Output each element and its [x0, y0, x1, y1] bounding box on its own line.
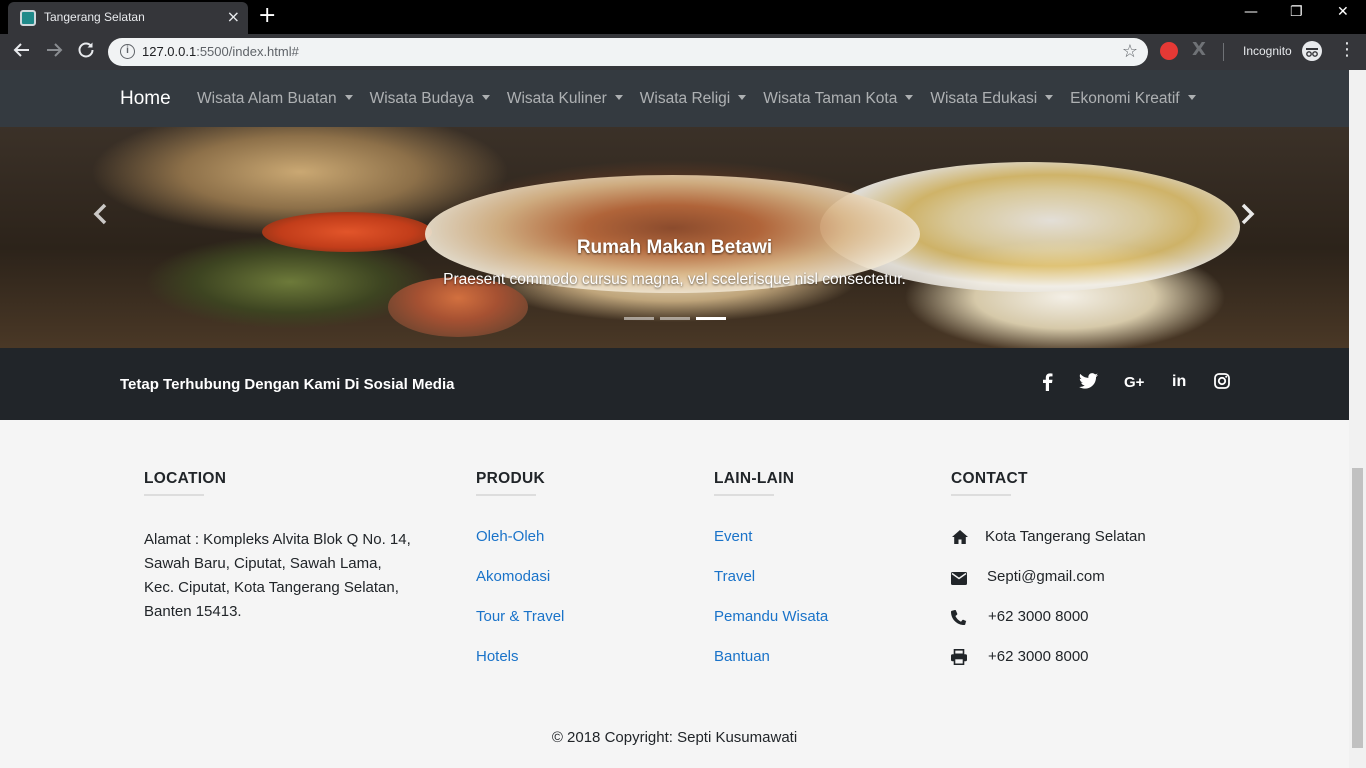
link-bantuan[interactable]: Bantuan [714, 648, 770, 665]
dropdown-caret-icon [481, 95, 490, 100]
close-window-button[interactable]: ✕ [1337, 4, 1349, 20]
toolbar-divider [1223, 43, 1224, 61]
link-akomodasi[interactable]: Akomodasi [476, 568, 550, 585]
home-icon [951, 529, 969, 547]
page-scrollbar-thumb[interactable] [1352, 468, 1363, 748]
carousel-indicators [624, 317, 732, 320]
contact-phone: +62 3000 8000 [988, 608, 1089, 625]
link-hotels[interactable]: Hotels [476, 648, 519, 665]
nav-item-ekonomi-kreatif[interactable]: Ekonomi Kreatif [1070, 90, 1196, 108]
link-pemandu-wisata[interactable]: Pemandu Wisata [714, 608, 828, 625]
nav-item-wisata-taman-kota[interactable]: Wisata Taman Kota [763, 90, 914, 108]
contact-address: Kota Tangerang Selatan [985, 528, 1146, 545]
browser-tab[interactable]: Tangerang Selatan × [8, 2, 248, 34]
dropdown-caret-icon [738, 95, 747, 100]
nav-item-wisata-kuliner[interactable]: Wisata Kuliner [507, 90, 623, 108]
contact-heading: CONTACT [951, 470, 1028, 487]
site-footer: LOCATION Alamat : Kompleks Alvita Blok Q… [0, 420, 1349, 768]
nav-brand-home[interactable]: Home [120, 88, 171, 110]
new-tab-button[interactable]: + [258, 4, 276, 28]
hero-carousel: Rumah Makan Betawi Praesent commodo curs… [0, 127, 1349, 348]
phone-icon [951, 609, 969, 627]
link-oleh-oleh[interactable]: Oleh-Oleh [476, 528, 544, 545]
print-icon [951, 649, 969, 667]
browser-toolbar: i 127.0.0.1:5500/index.html# ☆ X Incogni… [0, 34, 1366, 70]
social-bar: Tetap Terhubung Dengan Kami Di Sosial Me… [0, 348, 1349, 420]
envelope-icon [951, 570, 969, 588]
extension-stop-icon[interactable] [1160, 42, 1178, 60]
forward-arrow-icon[interactable] [44, 40, 64, 67]
instagram-icon[interactable] [1214, 373, 1236, 395]
contact-email: Septi@gmail.com [987, 568, 1105, 585]
nav-menu: Wisata Alam Buatan Wisata Budaya Wisata … [197, 90, 1213, 108]
site-favicon-icon [20, 10, 36, 26]
carousel-caption-title: Rumah Makan Betawi [576, 237, 773, 258]
twitter-icon[interactable] [1079, 373, 1101, 395]
copyright-text: © 2018 Copyright: Septi Kusumawati [551, 729, 798, 746]
produk-heading-rule [476, 494, 536, 496]
dropdown-caret-icon [614, 95, 623, 100]
nav-item-wisata-alam-buatan[interactable]: Wisata Alam Buatan [197, 90, 353, 108]
dropdown-caret-icon [1045, 95, 1054, 100]
carousel-indicator-3[interactable] [696, 317, 726, 320]
incognito-icon[interactable] [1302, 41, 1322, 61]
reload-icon[interactable] [76, 40, 96, 67]
carousel-indicator-1[interactable] [624, 317, 654, 320]
nav-item-wisata-religi[interactable]: Wisata Religi [640, 90, 747, 108]
minimize-window-button[interactable]: — [1244, 4, 1258, 20]
back-arrow-icon[interactable] [12, 40, 32, 67]
tab-title: Tangerang Selatan [44, 10, 145, 24]
contact-heading-rule [951, 494, 1011, 496]
carousel-indicator-2[interactable] [660, 317, 690, 320]
dropdown-caret-icon [1187, 95, 1196, 100]
extension-x-icon[interactable]: X [1192, 39, 1206, 60]
link-event[interactable]: Event [714, 528, 752, 545]
contact-fax: +62 3000 8000 [988, 648, 1089, 665]
incognito-label: Incognito [1243, 44, 1292, 58]
site-navbar: Home Wisata Alam Buatan Wisata Budaya Wi… [0, 70, 1349, 127]
location-address: Alamat : Kompleks Alvita Blok Q No. 14, … [144, 531, 411, 620]
browser-menu-icon[interactable]: ⋮ [1338, 40, 1356, 60]
google-plus-icon[interactable]: G+ [1124, 374, 1154, 396]
dropdown-caret-icon [905, 95, 914, 100]
lain-lain-heading: LAIN-LAIN [714, 470, 795, 487]
site-info-icon[interactable]: i [120, 44, 135, 59]
location-heading: LOCATION [144, 470, 227, 487]
carousel-next-chevron-icon[interactable] [1232, 199, 1262, 229]
link-travel[interactable]: Travel [714, 568, 755, 585]
lain-lain-heading-rule [714, 494, 774, 496]
social-bar-text: Tetap Terhubung Dengan Kami Di Sosial Me… [120, 376, 455, 393]
carousel-prev-chevron-icon[interactable] [86, 199, 116, 229]
produk-heading: PRODUK [476, 470, 545, 487]
bookmark-star-icon[interactable]: ☆ [1122, 41, 1138, 62]
browser-tab-strip: Tangerang Selatan × + — ❐ ✕ [0, 0, 1366, 34]
link-tour-travel[interactable]: Tour & Travel [476, 608, 564, 625]
facebook-icon[interactable] [1040, 373, 1062, 395]
address-bar[interactable]: i 127.0.0.1:5500/index.html# ☆ [108, 38, 1148, 66]
linkedin-icon[interactable]: in [1172, 373, 1194, 395]
carousel-caption-text: Praesent commodo cursus magna, vel scele… [443, 271, 906, 288]
nav-item-wisata-edukasi[interactable]: Wisata Edukasi [930, 90, 1054, 108]
location-heading-rule [144, 494, 204, 496]
close-tab-icon[interactable]: × [227, 8, 240, 26]
dropdown-caret-icon [344, 95, 353, 100]
restore-window-button[interactable]: ❐ [1290, 4, 1303, 20]
page-viewport: Home Wisata Alam Buatan Wisata Budaya Wi… [0, 70, 1366, 768]
url-text: 127.0.0.1:5500/index.html# [142, 44, 299, 59]
nav-item-wisata-budaya[interactable]: Wisata Budaya [370, 90, 490, 108]
